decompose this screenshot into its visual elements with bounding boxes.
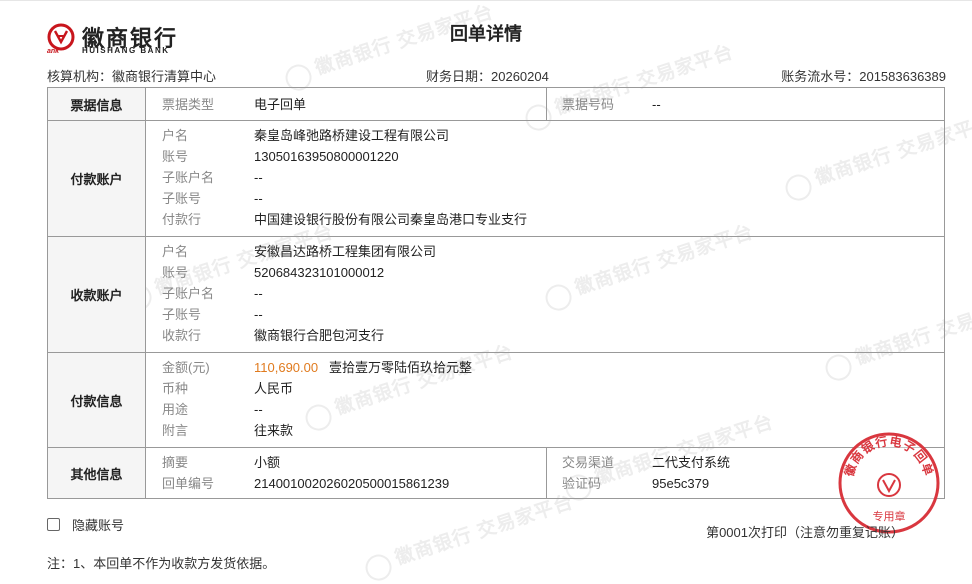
electronic-seal: 徽商银行电子回单 专用章 bbox=[838, 432, 940, 534]
section-label: 付款信息 bbox=[48, 353, 146, 447]
hide-account-label[interactable]: 隐藏账号 bbox=[72, 515, 124, 534]
payee-sub-name-value: -- bbox=[254, 286, 263, 301]
amount-label: 金额(元) bbox=[162, 360, 210, 375]
payer-name-label: 户名 bbox=[162, 128, 189, 143]
bank-name-en: HUISHANG BANK bbox=[82, 46, 170, 55]
payer-account-value: 13050163950800001220 bbox=[254, 149, 399, 164]
channel-label: 交易渠道 bbox=[562, 455, 615, 470]
receipt-table: 票据信息 票据类型 电子回单 票据号码 -- 付款账户 户名 秦皇岛峰弛路桥建设… bbox=[47, 87, 945, 499]
payee-sub-name-label: 子账户名 bbox=[162, 286, 215, 301]
amount-words: 壹拾壹万零陆佰玖拾元整 bbox=[329, 360, 473, 375]
bill-no-value: -- bbox=[652, 97, 661, 112]
remark-value: 往来款 bbox=[254, 423, 294, 438]
payee-name-label: 户名 bbox=[162, 244, 189, 259]
payee-name-value: 安徽昌达路桥工程集团有限公司 bbox=[254, 244, 437, 259]
payee-account-value: 520684323101000012 bbox=[254, 265, 385, 280]
section-payment: 付款信息 金额(元) 110,690.00 壹拾壹万零陆佰玖拾元整 币种 人民币… bbox=[48, 353, 944, 448]
verify-code-value: 95e5c379 bbox=[652, 476, 710, 491]
top-divider bbox=[0, 0, 972, 1]
footer-note: 注：1、本回单不作为收款方发货依据。 bbox=[47, 556, 276, 571]
summary-label: 摘要 bbox=[162, 455, 189, 470]
payee-bank-value: 徽商银行合肥包河支行 bbox=[254, 328, 385, 343]
page-title: 回单详情 bbox=[450, 24, 522, 44]
payee-sub-account-label: 子账号 bbox=[162, 307, 202, 322]
section-payee: 收款账户 户名 安徽昌达路桥工程集团有限公司 账号 52068432310100… bbox=[48, 237, 944, 353]
payer-sub-account-label: 子账号 bbox=[162, 191, 202, 206]
payee-sub-account-value: -- bbox=[254, 307, 263, 322]
currency-label: 币种 bbox=[162, 381, 189, 396]
section-label: 其他信息 bbox=[48, 448, 146, 498]
hide-account-toggle[interactable]: 隐藏账号 bbox=[47, 515, 124, 534]
payer-bank-value: 中国建设银行股份有限公司秦皇岛港口专业支行 bbox=[254, 212, 528, 227]
column-divider bbox=[546, 88, 547, 120]
payer-sub-name-value: -- bbox=[254, 170, 263, 185]
payer-name-value: 秦皇岛峰弛路桥建设工程有限公司 bbox=[254, 128, 450, 143]
payee-bank-label: 收款行 bbox=[162, 328, 202, 343]
bill-type-label: 票据类型 bbox=[162, 97, 215, 112]
bill-no-label: 票据号码 bbox=[562, 97, 615, 112]
summary-value: 小额 bbox=[254, 455, 281, 470]
payer-sub-account-value: -- bbox=[254, 191, 263, 206]
accounting-date: 财务日期：20260204 bbox=[426, 69, 549, 84]
payer-account-label: 账号 bbox=[162, 149, 189, 164]
verify-code-label: 验证码 bbox=[562, 476, 602, 491]
section-label: 付款账户 bbox=[48, 121, 146, 236]
bill-type-value: 电子回单 bbox=[254, 97, 307, 112]
section-other: 其他信息 摘要 小额 回单编号 214001002026020500015861… bbox=[48, 448, 944, 498]
payer-bank-label: 付款行 bbox=[162, 212, 202, 227]
column-divider bbox=[546, 448, 547, 498]
serial-number: 账务流水号：201583636389 bbox=[781, 69, 946, 84]
seal-sub-text: 专用章 bbox=[873, 509, 906, 523]
print-count: 第0001次打印（注意勿重复记账） bbox=[706, 525, 904, 540]
logo-tag: ank bbox=[47, 48, 60, 55]
amount-value: 110,690.00 bbox=[254, 360, 319, 375]
watermark: 徽商银行 交易家平台 bbox=[361, 487, 578, 584]
currency-value: 人民币 bbox=[254, 381, 294, 396]
section-bill-info: 票据信息 票据类型 电子回单 票据号码 -- bbox=[48, 88, 944, 121]
receipt-no-value: 21400100202602050001586123​9 bbox=[254, 476, 450, 491]
remark-label: 附言 bbox=[162, 423, 189, 438]
section-label: 票据信息 bbox=[48, 88, 146, 120]
receipt-no-label: 回单编号 bbox=[162, 476, 215, 491]
section-payer: 付款账户 户名 秦皇岛峰弛路桥建设工程有限公司 账号 1305016395080… bbox=[48, 121, 944, 237]
purpose-value: -- bbox=[254, 402, 263, 417]
payee-account-label: 账号 bbox=[162, 265, 189, 280]
payer-sub-name-label: 子账户名 bbox=[162, 170, 215, 185]
hide-account-checkbox[interactable] bbox=[47, 518, 60, 531]
channel-value: 二代支付系统 bbox=[652, 455, 731, 470]
section-label: 收款账户 bbox=[48, 237, 146, 352]
accounting-org: 核算机构：徽商银行清算中心 bbox=[47, 69, 217, 84]
purpose-label: 用途 bbox=[162, 402, 189, 417]
